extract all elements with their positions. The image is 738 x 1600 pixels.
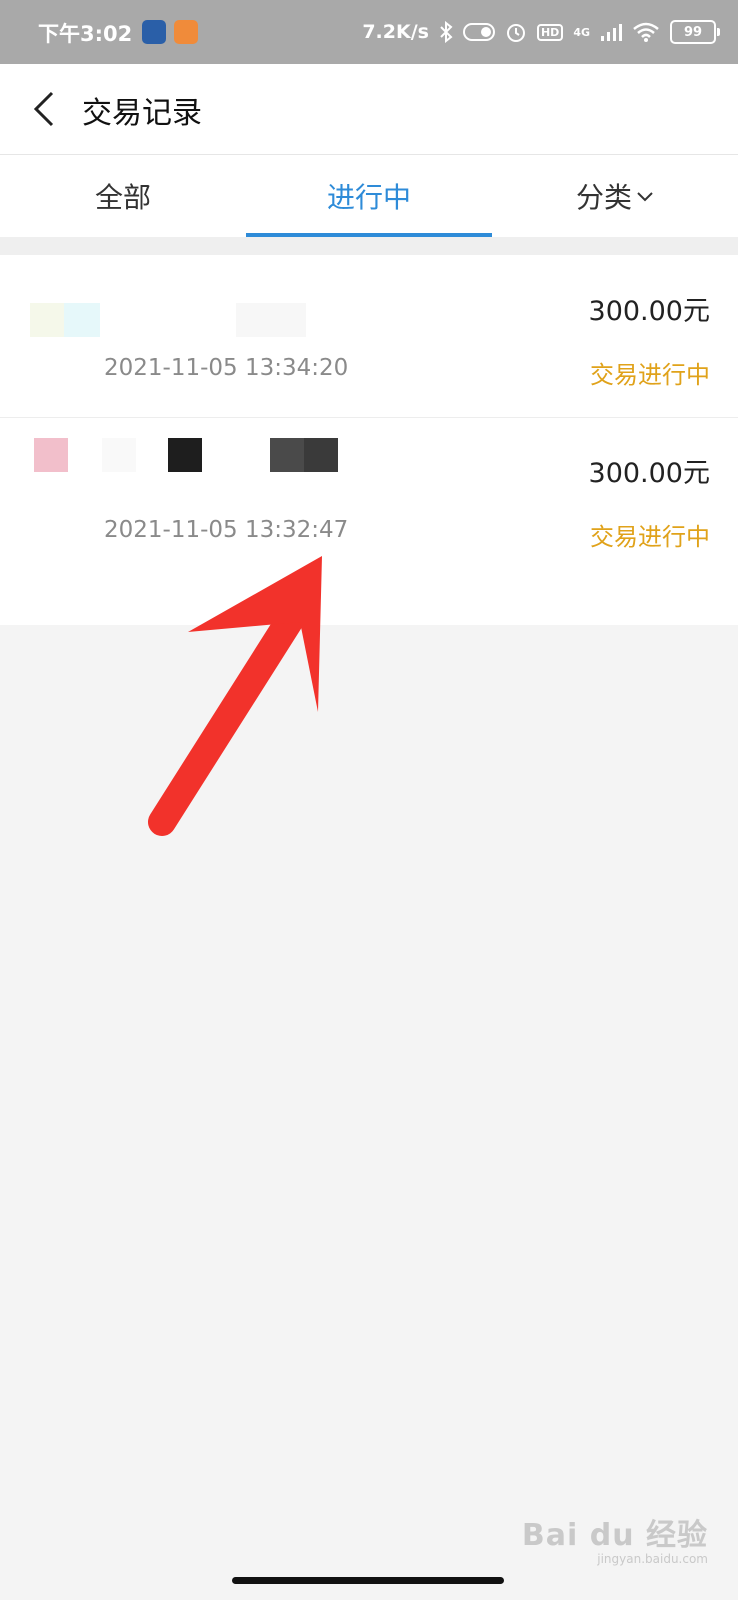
redacted-block — [304, 438, 338, 472]
status-bar: 下午3:02 7.2K/s HD 4G 99 — [0, 0, 738, 64]
signal-type: 4G — [573, 25, 590, 39]
tab-bar: 全部 进行中 分类 — [0, 155, 738, 237]
transaction-row[interactable]: 300.00元 2021-11-05 13:34:20 交易进行中 — [0, 255, 738, 417]
section-gap — [0, 237, 738, 255]
redacted-block — [64, 303, 100, 337]
watermark-main: Bai du 经验 — [521, 1518, 708, 1553]
back-button[interactable] — [24, 86, 64, 132]
cell-signal-icon — [600, 22, 622, 42]
tab-in-progress[interactable]: 进行中 — [246, 155, 492, 237]
app-notification-icon — [142, 20, 166, 44]
transaction-row[interactable]: 300.00元 2021-11-05 13:32:47 交易进行中 — [0, 418, 738, 580]
transaction-status: 交易进行中 — [590, 361, 710, 389]
transaction-amount: 300.00元 — [588, 296, 710, 327]
tab-category[interactable]: 分类 — [492, 155, 738, 237]
status-indicators: 7.2K/s HD 4G 99 — [362, 18, 720, 46]
tab-label: 全部 — [94, 181, 151, 214]
transaction-time: 2021-11-05 13:32:47 — [104, 517, 349, 543]
alarm-icon — [505, 21, 527, 43]
page-title: 交易记录 — [82, 96, 202, 131]
redacted-block — [168, 438, 202, 472]
transaction-status: 交易进行中 — [590, 523, 710, 551]
network-speed: 7.2K/s — [362, 21, 429, 43]
toggle-icon — [462, 23, 495, 41]
battery-icon: 99 — [670, 20, 720, 44]
watermark-sub: jingyan.baidu.com — [597, 1552, 708, 1566]
redacted-block — [270, 438, 304, 472]
bluetooth-icon — [439, 21, 453, 43]
transaction-list: 300.00元 2021-11-05 13:34:20 交易进行中 300.00… — [0, 255, 738, 625]
baidu-watermark: Bai du 经验 jingyan.baidu.com — [522, 1510, 708, 1566]
chevron-left-icon — [33, 91, 54, 127]
health-app-icon — [174, 20, 198, 44]
tab-all[interactable]: 全部 — [0, 155, 246, 237]
redacted-block — [34, 438, 68, 472]
transaction-time: 2021-11-05 13:34:20 — [104, 355, 349, 381]
redacted-block — [236, 303, 306, 337]
status-time: 下午3:02 — [38, 22, 133, 46]
hd-badge: HD — [536, 23, 564, 41]
battery-level: 99 — [683, 24, 703, 40]
redacted-block — [102, 438, 136, 472]
chevron-down-icon — [636, 190, 654, 202]
transaction-amount: 300.00元 — [588, 458, 710, 489]
tab-label: 分类 — [575, 181, 632, 214]
home-indicator[interactable] — [232, 1577, 504, 1584]
wifi-icon — [632, 22, 660, 42]
app-header: 交易记录 — [0, 64, 738, 155]
tab-label: 进行中 — [326, 181, 411, 214]
